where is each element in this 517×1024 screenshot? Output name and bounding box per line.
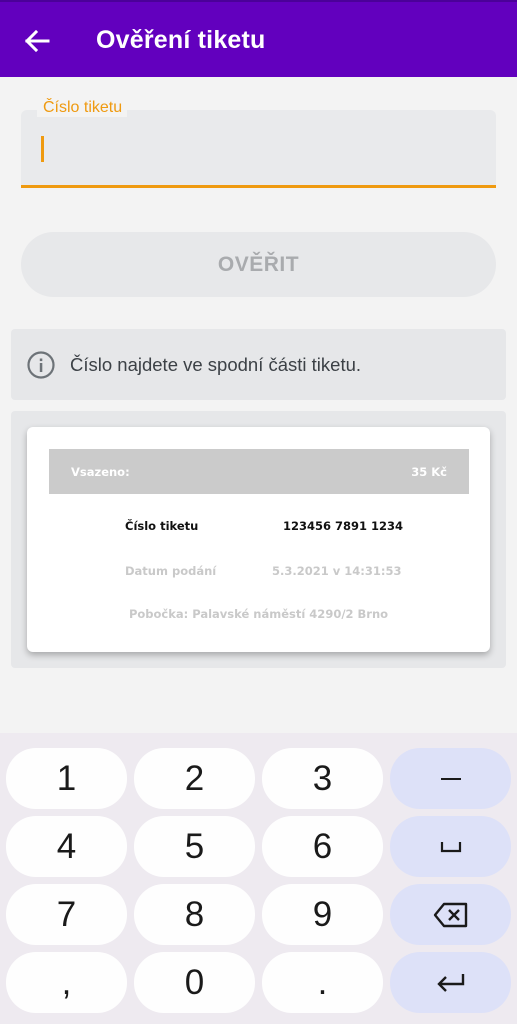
key-comma[interactable]: ,: [6, 952, 127, 1013]
app-bar: Ověření tiketu: [0, 0, 517, 77]
ticket-bet-header: Vsazeno: 35 Kč: [49, 449, 469, 494]
date-label: Datum podání: [125, 564, 217, 578]
ticket-number-label: Číslo tiketu: [37, 97, 128, 117]
ticket-number-value: 123456 7891 1234: [283, 519, 404, 533]
key-7[interactable]: 7: [6, 884, 127, 945]
key-2[interactable]: 2: [134, 748, 255, 809]
key-6[interactable]: 6: [262, 816, 383, 877]
back-button[interactable]: [14, 22, 60, 60]
key-9[interactable]: 9: [262, 884, 383, 945]
bet-label: Vsazeno:: [71, 464, 130, 479]
key-space[interactable]: [390, 816, 511, 877]
backspace-icon: [433, 902, 467, 927]
ticket-example-panel: Vsazeno: 35 Kč Číslo tiketu 123456 7891 …: [11, 411, 506, 668]
key-period[interactable]: .: [262, 952, 383, 1013]
page-title: Ověření tiketu: [96, 26, 266, 54]
text-caret: [41, 136, 44, 162]
enter-icon: [436, 973, 464, 992]
info-hint: Číslo najdete ve spodní části tiketu.: [11, 329, 506, 400]
key-backspace[interactable]: [390, 884, 511, 945]
branch-text: Pobočka: Palavské náměstí 4290/2 Brno: [128, 607, 389, 621]
bet-value: 35 Kč: [411, 464, 447, 479]
arrow-left-icon: [24, 30, 50, 52]
key-enter[interactable]: [390, 952, 511, 1013]
info-text: Číslo najdete ve spodní části tiketu.: [70, 353, 362, 375]
numeric-keyboard: 1 2 3 4 5 6 7 8 9 , 0 .: [0, 733, 517, 1024]
minus-icon: [440, 777, 461, 780]
key-8[interactable]: 8: [134, 884, 255, 945]
ticket-example-card: Vsazeno: 35 Kč Číslo tiketu 123456 7891 …: [27, 427, 490, 652]
date-value: 5.3.2021 v 14:31:53: [272, 564, 402, 578]
key-5[interactable]: 5: [134, 816, 255, 877]
key-1[interactable]: 1: [6, 748, 127, 809]
space-icon: [440, 841, 461, 852]
verify-button[interactable]: OVĚŘIT: [21, 232, 496, 297]
ticket-number-caption: Číslo tiketu: [125, 519, 199, 533]
key-3[interactable]: 3: [262, 748, 383, 809]
info-circle-icon: [27, 350, 55, 379]
key-4[interactable]: 4: [6, 816, 127, 877]
ticket-number-field[interactable]: Číslo tiketu: [21, 97, 496, 188]
key-minus[interactable]: [390, 748, 511, 809]
key-0[interactable]: 0: [134, 952, 255, 1013]
